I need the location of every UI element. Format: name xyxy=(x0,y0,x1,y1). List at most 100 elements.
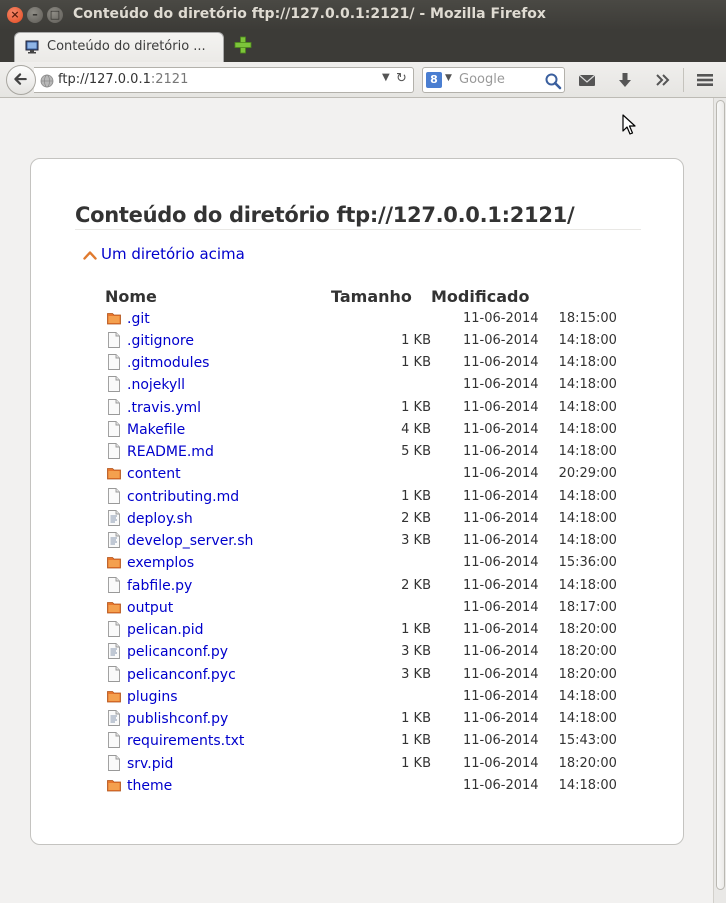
column-header-size[interactable]: Tamanho xyxy=(331,285,431,307)
overflow-icon[interactable] xyxy=(653,70,673,90)
file-link[interactable]: pelicanconf.py xyxy=(127,644,228,660)
file-table-body: .git 11-06-2014 18:15:00 .gitignore 1 KB 11-0… xyxy=(105,307,617,797)
table-row: pelicanconf.py 3 KB 11-06-2014 18:20:00 xyxy=(105,641,617,663)
table-row: .gitmodules 1 KB 11-06-2014 14:18:00 xyxy=(105,352,617,374)
file-link[interactable]: plugins xyxy=(127,689,178,705)
mouse-cursor-icon xyxy=(622,114,636,135)
vertical-scrollbar[interactable] xyxy=(713,98,726,903)
file-size-cell: 1 KB xyxy=(401,488,431,504)
file-size-cell xyxy=(331,463,431,485)
folder-icon xyxy=(107,779,121,792)
back-button[interactable] xyxy=(6,65,36,95)
file-date: 11-06-2014 xyxy=(463,755,539,771)
file-icon xyxy=(108,443,120,460)
file-time: 18:17:00 xyxy=(558,599,617,615)
folder-icon xyxy=(107,557,121,569)
window-maximize-button[interactable]: □ xyxy=(47,7,63,23)
url-bar[interactable]: ftp://127.0.0.1:2121 ▼ ↻ xyxy=(34,67,414,93)
file-name-cell: output xyxy=(105,596,331,618)
scrollbar-thumb[interactable] xyxy=(716,100,725,890)
file-link[interactable]: requirements.txt xyxy=(127,733,244,749)
window-minimize-button[interactable]: – xyxy=(27,7,43,23)
file-link[interactable]: pelicanconf.pyc xyxy=(127,667,236,683)
file-name-cell: pelican.pid xyxy=(105,619,331,641)
file-name-cell: .nojekyll xyxy=(105,374,331,396)
file-link[interactable]: publishconf.py xyxy=(127,711,228,727)
file-time: 14:18:00 xyxy=(558,577,617,593)
search-bar[interactable]: 8 ▼ Google xyxy=(422,67,565,93)
file-size-cell: 1 KB xyxy=(401,355,431,371)
file-link[interactable]: .gitignore xyxy=(127,333,194,349)
file-size-cell: 1 KB xyxy=(401,399,431,415)
file-date: 11-06-2014 xyxy=(463,555,539,571)
file-icon xyxy=(108,398,120,415)
parent-directory-link[interactable]: Um diretório acima xyxy=(83,245,245,263)
monitor-icon xyxy=(25,40,39,54)
file-link[interactable]: fabfile.py xyxy=(127,578,192,594)
file-date: 11-06-2014 xyxy=(463,377,539,393)
new-tab-icon[interactable] xyxy=(234,36,252,54)
file-link[interactable]: content xyxy=(127,466,181,482)
file-name-cell: srv.pid xyxy=(105,752,331,774)
file-link[interactable]: .travis.yml xyxy=(127,400,201,416)
file-name-cell: README.md xyxy=(105,441,331,463)
file-time: 18:20:00 xyxy=(558,644,617,660)
file-time: 14:18:00 xyxy=(558,777,617,793)
file-time: 18:20:00 xyxy=(558,622,617,638)
file-size-cell xyxy=(331,596,431,618)
url-history-dropdown-icon[interactable]: ▼ xyxy=(382,72,390,83)
search-icon[interactable] xyxy=(544,72,562,90)
file-name-cell: fabfile.py xyxy=(105,574,331,596)
file-name-cell: .gitmodules xyxy=(105,352,331,374)
parent-directory-label: Um diretório acima xyxy=(101,245,245,263)
table-row: .gitignore 1 KB 11-06-2014 14:18:00 xyxy=(105,329,617,351)
file-link[interactable]: deploy.sh xyxy=(127,511,193,527)
file-link[interactable]: README.md xyxy=(127,444,214,460)
tab-active[interactable]: Conteúdo do diretório ... xyxy=(14,32,224,62)
file-link[interactable]: srv.pid xyxy=(127,756,173,772)
file-modified-cell: 11-06-2014 18:17:00 xyxy=(431,596,617,618)
file-icon xyxy=(108,665,120,682)
page-title: Conteúdo do diretório ftp://127.0.0.1:21… xyxy=(75,203,641,230)
script-file-icon xyxy=(108,643,120,660)
reload-icon[interactable]: ↻ xyxy=(396,71,407,86)
search-engine-icon[interactable]: 8 xyxy=(426,72,442,88)
window-close-button[interactable]: × xyxy=(7,7,23,23)
file-modified-cell: 11-06-2014 14:18:00 xyxy=(431,396,617,418)
file-link[interactable]: output xyxy=(127,600,173,616)
table-row: deploy.sh 2 KB 11-06-2014 14:18:00 xyxy=(105,507,617,529)
search-engine-dropdown-icon[interactable]: ▼ xyxy=(445,73,452,83)
file-name-cell: deploy.sh xyxy=(105,507,331,529)
file-modified-cell: 11-06-2014 14:18:00 xyxy=(431,708,617,730)
download-icon[interactable] xyxy=(615,70,635,90)
folder-icon xyxy=(107,690,121,703)
file-link[interactable]: Makefile xyxy=(127,422,185,438)
file-modified-cell: 11-06-2014 14:18:00 xyxy=(431,329,617,351)
column-header-modified[interactable]: Modificado xyxy=(431,285,617,307)
file-modified-cell: 11-06-2014 15:43:00 xyxy=(431,730,617,752)
search-placeholder: Google xyxy=(459,72,505,87)
file-name-cell: theme xyxy=(105,774,331,796)
file-date: 11-06-2014 xyxy=(463,421,539,437)
file-size-cell xyxy=(331,552,431,574)
file-size-cell: 2 KB xyxy=(401,510,431,526)
file-link[interactable]: exemplos xyxy=(127,555,194,571)
file-link[interactable]: .nojekyll xyxy=(127,377,185,393)
file-link[interactable]: .git xyxy=(127,311,150,327)
file-name-cell: exemplos xyxy=(105,552,331,574)
file-link[interactable]: theme xyxy=(127,778,172,794)
column-header-name[interactable]: Nome xyxy=(105,285,331,307)
file-modified-cell: 11-06-2014 15:36:00 xyxy=(431,552,617,574)
file-link[interactable]: .gitmodules xyxy=(127,355,209,371)
url-host: ftp://127.0.0.1 xyxy=(58,72,151,87)
file-link[interactable]: develop_server.sh xyxy=(127,533,253,549)
folder-icon xyxy=(107,601,121,614)
menu-icon[interactable] xyxy=(695,70,715,90)
file-modified-cell: 11-06-2014 14:18:00 xyxy=(431,574,617,596)
file-size-cell xyxy=(331,685,431,707)
file-link[interactable]: contributing.md xyxy=(127,489,239,505)
mail-icon[interactable] xyxy=(577,70,597,90)
file-link[interactable]: pelican.pid xyxy=(127,622,204,638)
table-row: develop_server.sh 3 KB 11-06-2014 14:18:00 xyxy=(105,530,617,552)
file-name-cell: requirements.txt xyxy=(105,730,331,752)
